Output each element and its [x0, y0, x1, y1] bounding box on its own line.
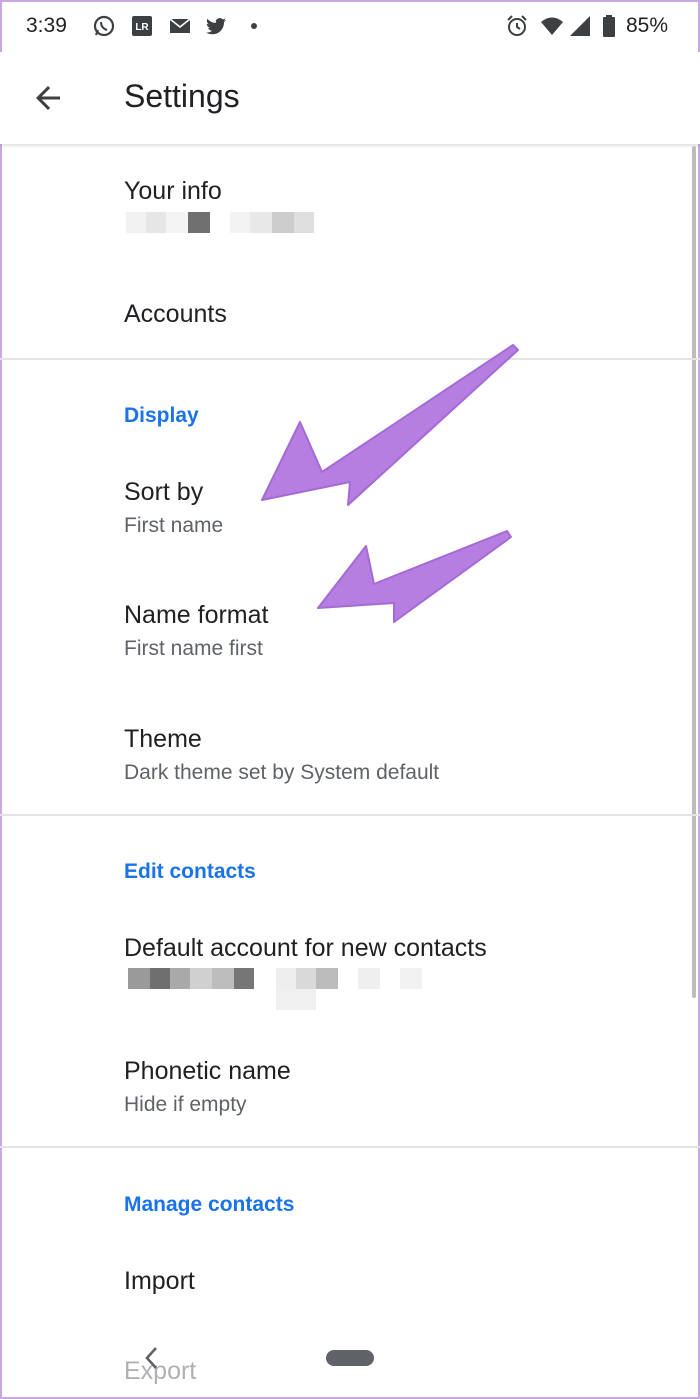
setting-default-account[interactable]: Default account for new contacts [124, 933, 487, 963]
battery-percent: 85% [626, 14, 669, 37]
app-lr-icon: LR [132, 16, 152, 36]
signal-icon [570, 16, 590, 36]
app-bar: Settings [0, 52, 700, 144]
section-header-manage-contacts: Manage contacts [124, 1193, 295, 1216]
annotation-arrows [261, 344, 519, 623]
setting-title: Phonetic name [124, 1057, 291, 1085]
screenshot-frame [0, 0, 700, 1399]
back-arrow-icon[interactable] [30, 80, 66, 116]
status-bar: 3:39 LR 85% [0, 0, 700, 52]
setting-subtitle: Dark theme set by System default [124, 761, 440, 784]
setting-name-format[interactable]: Name format First name first [124, 600, 268, 662]
setting-title: Theme [124, 725, 202, 753]
twitter-icon [206, 18, 226, 35]
setting-title: Sort by [124, 478, 204, 506]
wifi-icon [541, 17, 563, 35]
dot-icon [251, 23, 257, 29]
setting-accounts[interactable]: Accounts [124, 299, 227, 329]
status-time: 3:39 [26, 14, 67, 37]
setting-subtitle: Hide if empty [124, 1093, 247, 1116]
section-header-edit-contacts: Edit contacts [124, 860, 256, 883]
section-divider [0, 814, 700, 816]
setting-theme[interactable]: Theme Dark theme set by System default [124, 724, 439, 786]
annotation-arrow-name-format [317, 530, 512, 623]
setting-subtitle: First name [124, 514, 224, 537]
setting-title: Your info [124, 177, 222, 205]
battery-icon [603, 15, 615, 37]
setting-your-info[interactable]: Your info [124, 176, 222, 206]
setting-title: Default account for new contacts [124, 934, 487, 962]
setting-title: Name format [124, 601, 269, 629]
section-divider [0, 358, 700, 360]
annotation-arrow-sort-by [261, 344, 519, 506]
setting-phonetic-name[interactable]: Phonetic name Hide if empty [124, 1056, 291, 1118]
page-title: Settings [124, 78, 240, 114]
mail-icon [169, 18, 191, 33]
section-header-display: Display [124, 404, 199, 427]
svg-text:LR: LR [135, 22, 149, 33]
nav-home-icon[interactable] [326, 1350, 374, 1366]
setting-import[interactable]: Import [124, 1266, 195, 1296]
alarm-icon [507, 15, 527, 36]
setting-title: Accounts [124, 300, 227, 328]
setting-subtitle: First name first [124, 637, 263, 660]
whatsapp-icon [93, 15, 115, 37]
scroll-indicator[interactable] [692, 146, 696, 998]
setting-sort-by[interactable]: Sort by First name [124, 477, 223, 539]
nav-back-icon[interactable] [140, 1344, 164, 1372]
section-divider [0, 1146, 700, 1148]
setting-title: Import [124, 1267, 195, 1295]
